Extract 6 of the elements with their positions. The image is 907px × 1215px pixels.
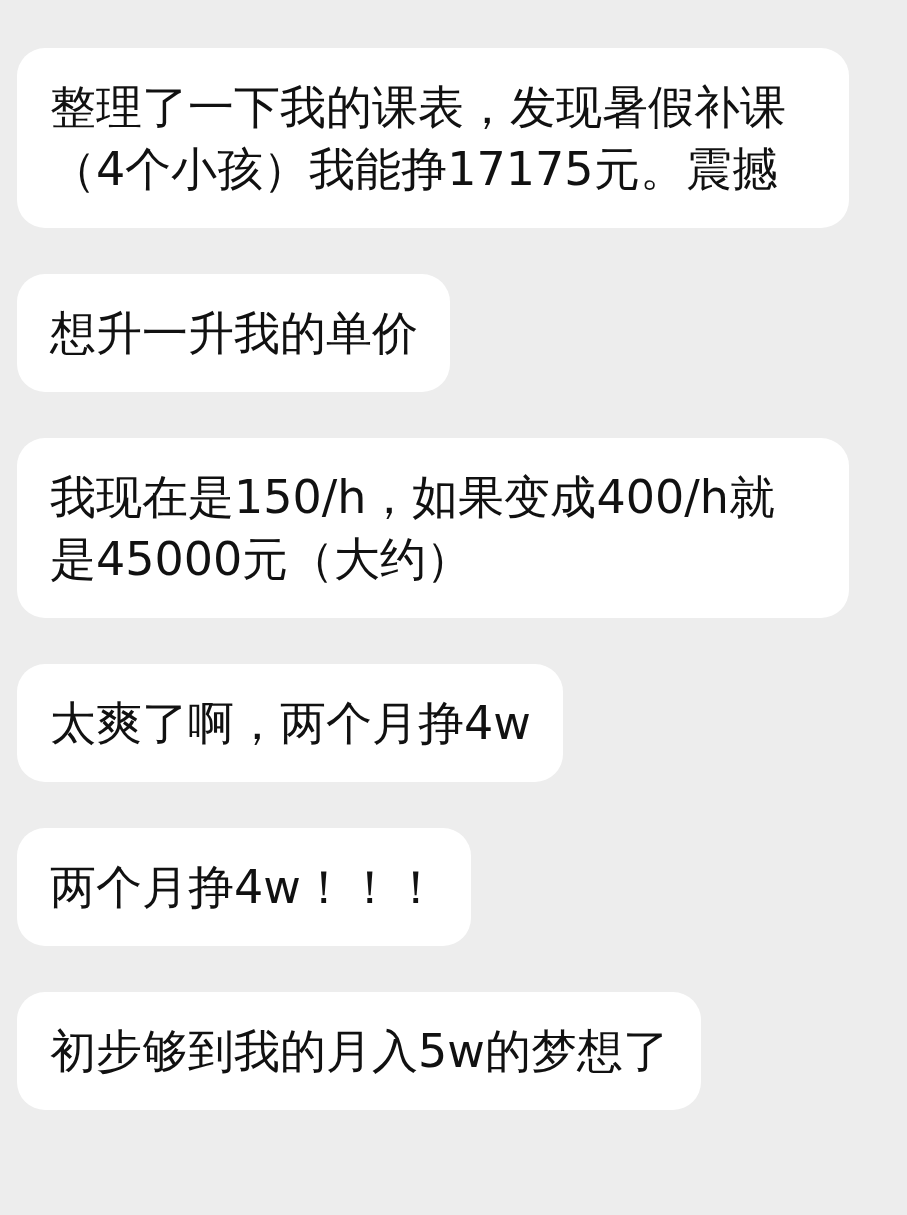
- message-bubble: 想升一升我的单价: [17, 274, 450, 392]
- message-bubble: 太爽了啊，两个月挣4w: [17, 664, 563, 782]
- message-bubble: 两个月挣4w！！！: [17, 828, 471, 946]
- message-bubble: 我现在是150/h，如果变成400/h就是45000元（大约）: [17, 438, 849, 618]
- message-bubble: 初步够到我的月入5w的梦想了: [17, 992, 701, 1110]
- message-bubble: 整理了一下我的课表，发现暑假补课（4个小孩）我能挣17175元。震撼: [17, 48, 849, 228]
